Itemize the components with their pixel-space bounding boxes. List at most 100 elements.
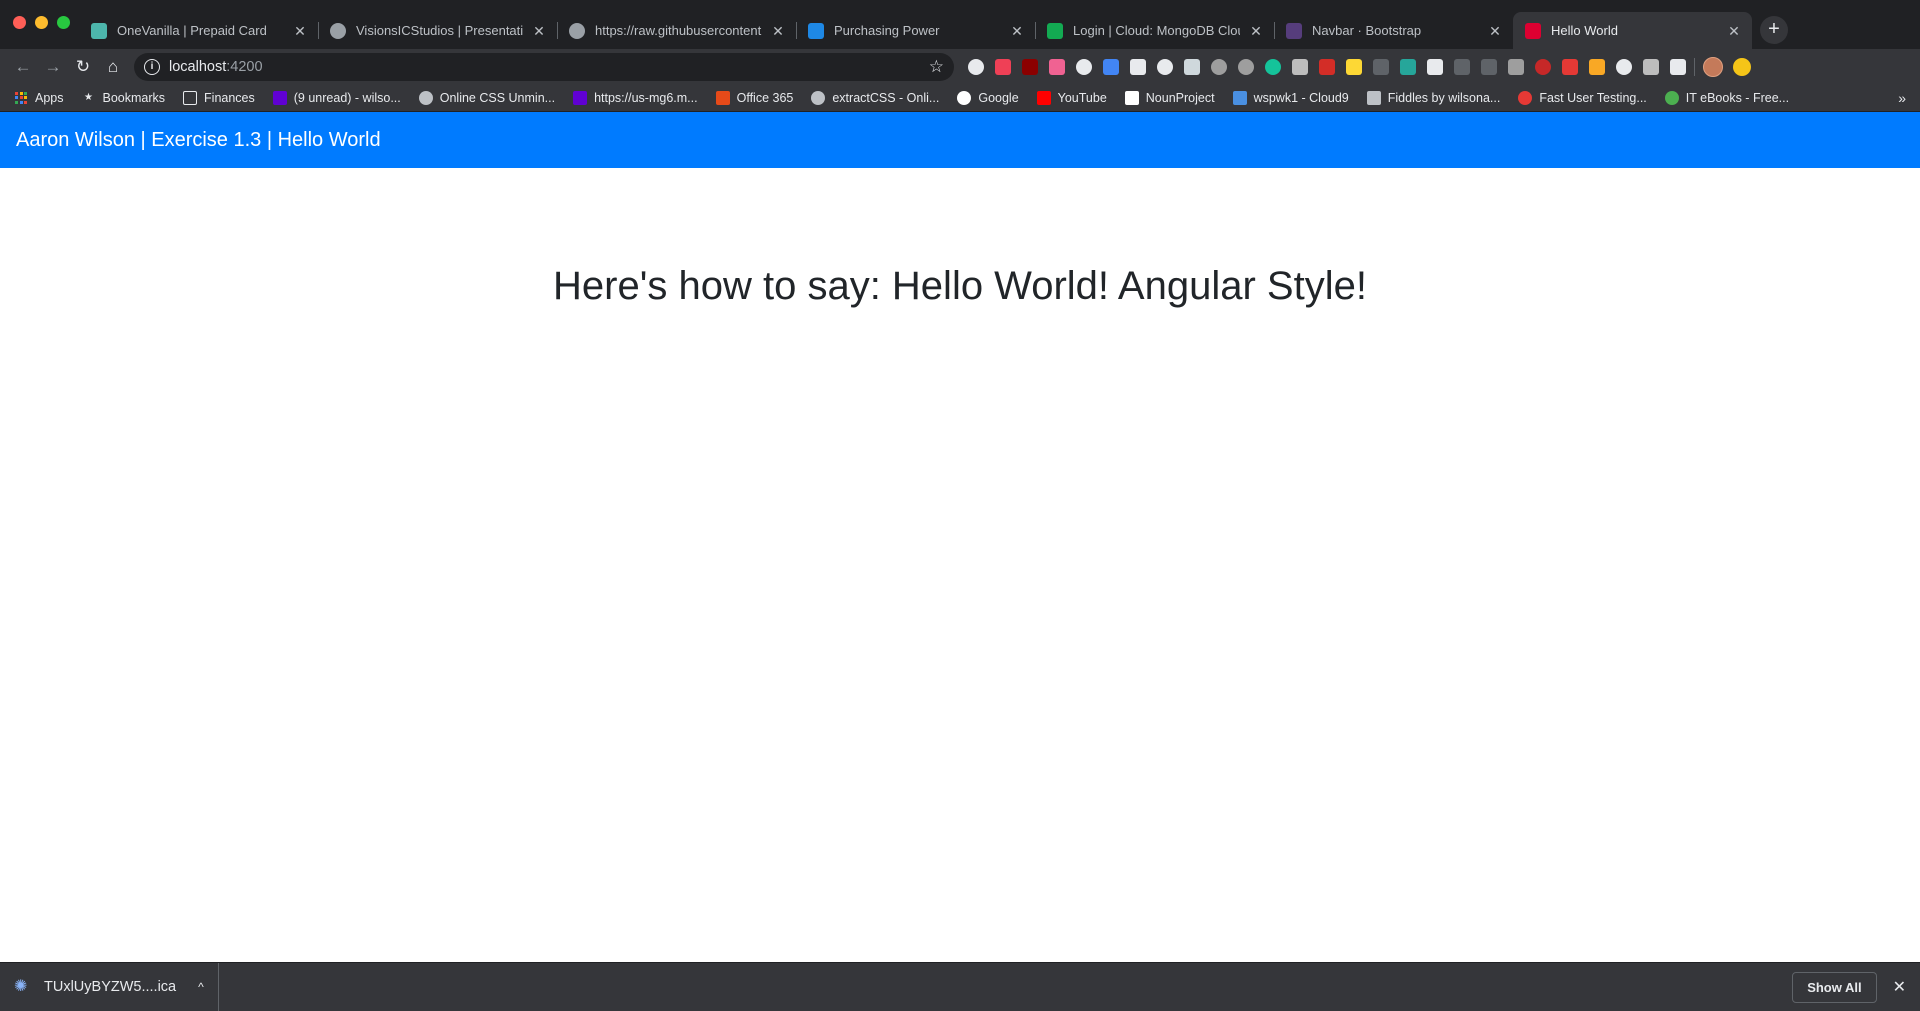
red-badge-extension-icon[interactable] [1535, 58, 1551, 75]
page-heading: Here's how to say: Hello World! Angular … [553, 264, 1367, 308]
browser-tab[interactable]: Purchasing Power ✕ [796, 12, 1035, 49]
bookmark-item[interactable]: extractCSS - Onli... [811, 90, 939, 105]
eye-extension-icon[interactable] [1076, 58, 1092, 75]
browser-tab[interactable]: VisionsICStudios | Presentation ✕ [318, 12, 557, 49]
bookmark-label: NounProject [1145, 90, 1215, 105]
bookmark-item[interactable]: Fast User Testing... [1518, 90, 1647, 105]
home-button[interactable]: ⌂ [98, 52, 128, 82]
close-window-button[interactable] [13, 16, 26, 29]
pink-gradient-extension-icon[interactable] [1049, 58, 1065, 75]
extensions-area [968, 58, 1686, 75]
tab-close-icon[interactable]: ✕ [1009, 23, 1025, 39]
circle-extension-icon[interactable] [1157, 58, 1173, 75]
profile-avatar[interactable] [1703, 56, 1723, 77]
c-logo-icon [418, 90, 433, 105]
bookmark-label: Google [978, 90, 1019, 105]
bookmark-item[interactable]: NounProject [1124, 90, 1215, 105]
bookmark-label: (9 unread) - wilso... [293, 90, 401, 105]
download-shelf: ✺ TUxlUyBYZW5....ica ^ Show All ✕ [0, 962, 1920, 1011]
bookmark-item[interactable]: wspwk1 - Cloud9 [1232, 90, 1349, 105]
page-extension-icon[interactable] [1184, 58, 1200, 75]
red-extension-icon[interactable] [1022, 58, 1038, 75]
site-info-icon[interactable]: i [144, 58, 160, 75]
show-all-button[interactable]: Show All [1792, 971, 1877, 1003]
mongodb-leaf-favicon [1047, 22, 1063, 39]
chevron-up-icon[interactable]: ^ [198, 980, 204, 994]
bookmark-item[interactable]: Finances [183, 90, 255, 105]
browser-tab[interactable]: https://raw.githubusercontent.c ✕ [557, 12, 796, 49]
bookmark-item[interactable]: Online CSS Unmin... [418, 90, 555, 105]
tab-strip: OneVanilla | Prepaid Card ✕ VisionsICStudi… [0, 0, 1920, 49]
chrome-extension-icon[interactable] [1616, 58, 1632, 75]
browser-tab[interactable]: Hello World ✕ [1513, 12, 1752, 49]
lastpass-extension-icon[interactable] [1319, 58, 1335, 75]
wappalyzer-extension-icon[interactable] [1400, 58, 1416, 75]
nounproject-icon [1124, 90, 1139, 105]
bookmark-item[interactable]: YouTube [1036, 90, 1107, 105]
t-extension-icon[interactable] [1643, 58, 1659, 75]
bookmark-item[interactable]: IT eBooks - Free... [1664, 90, 1790, 105]
flash-extension-icon[interactable] [1562, 58, 1578, 75]
bookmark-label: IT eBooks - Free... [1685, 90, 1790, 105]
pocket-extension-icon[interactable] [995, 58, 1011, 75]
tab-title: Purchasing Power [834, 23, 940, 38]
folder-icon [183, 90, 198, 105]
css-viewer-extension-icon[interactable] [1454, 58, 1470, 75]
bulb-extension-icon[interactable] [1211, 58, 1227, 75]
bookmark-item[interactable]: https://us-mg6.m... [573, 90, 698, 105]
new-tab-button[interactable]: + [1760, 16, 1788, 44]
reload-button[interactable]: ↻ [68, 52, 98, 82]
back-button[interactable]: ← [8, 52, 38, 82]
tab-close-icon[interactable]: ✕ [1487, 23, 1503, 39]
google-icon [957, 90, 972, 105]
update-indicator-icon[interactable] [1733, 57, 1751, 76]
arrow-left-icon: ← [14, 56, 32, 76]
download-item[interactable]: ✺ TUxlUyBYZW5....ica ^ [14, 963, 219, 1011]
browser-tab[interactable]: Login | Cloud: MongoDB Cloud ✕ [1035, 12, 1274, 49]
bookmarks-bar: Apps ★ Bookmarks Finances (9 unread) - wilso… [0, 84, 1920, 112]
tab-title: Login | Cloud: MongoDB Cloud [1073, 23, 1240, 38]
stamp-extension-icon[interactable] [1508, 58, 1524, 75]
download-file-name: TUxlUyBYZW5....ica [44, 979, 177, 995]
grammarly-extension-icon[interactable] [1265, 58, 1281, 75]
forward-button[interactable]: → [38, 52, 68, 82]
bookmark-item[interactable]: ★ Bookmarks [82, 91, 165, 105]
bookmark-item[interactable]: Office 365 [715, 90, 794, 105]
bookmark-item[interactable]: Apps [14, 91, 64, 105]
maximize-window-button[interactable] [57, 16, 70, 29]
browser-tab[interactable]: OneVanilla | Prepaid Card ✕ [79, 12, 318, 49]
bookmark-star-icon[interactable]: ☆ [929, 57, 944, 77]
highlighter-extension-icon[interactable] [1346, 58, 1362, 75]
code-extension-icon[interactable] [1427, 58, 1443, 75]
notes-extension-icon[interactable] [1670, 58, 1686, 75]
bookmark-item[interactable]: Fiddles by wilsona... [1366, 90, 1501, 105]
settings-extension-icon[interactable] [1238, 58, 1254, 75]
tab-close-icon[interactable]: ✕ [770, 23, 786, 39]
apps-grid-icon [14, 91, 28, 105]
tab-close-icon[interactable]: ✕ [1248, 23, 1264, 39]
close-icon[interactable]: ✕ [1893, 977, 1906, 997]
bookmark-item[interactable]: Google [957, 90, 1019, 105]
minimize-window-button[interactable] [35, 16, 48, 29]
tab-close-icon[interactable]: ✕ [531, 23, 547, 39]
java-extension-icon[interactable] [1481, 58, 1497, 75]
css-extension-icon[interactable] [1373, 58, 1389, 75]
vue-extension-icon[interactable] [1292, 58, 1308, 75]
bookmark-label: Fiddles by wilsona... [1387, 90, 1501, 105]
color-picker-extension-icon[interactable] [1103, 58, 1119, 75]
jb-extension-icon[interactable] [1130, 58, 1146, 75]
bookmark-item[interactable]: (9 unread) - wilso... [272, 90, 401, 105]
browser-tab[interactable]: Navbar · Bootstrap ✕ [1274, 12, 1513, 49]
gear-extension-icon[interactable] [968, 58, 984, 75]
tab-title: VisionsICStudios | Presentation [356, 23, 523, 38]
office-icon [715, 90, 730, 105]
address-bar[interactable]: i localhost:4200 ☆ [134, 52, 954, 81]
hex-extension-icon[interactable] [1589, 58, 1605, 75]
navbar-brand[interactable]: Aaron Wilson | Exercise 1.3 | Hello Worl… [16, 129, 381, 152]
bookmark-label: Fast User Testing... [1539, 90, 1647, 105]
tab-close-icon[interactable]: ✕ [292, 23, 308, 39]
bookmarks-overflow-button[interactable]: » [1898, 90, 1906, 106]
bookmark-label: Office 365 [736, 90, 794, 105]
tab-close-icon[interactable]: ✕ [1726, 23, 1742, 39]
window-controls [13, 16, 70, 29]
